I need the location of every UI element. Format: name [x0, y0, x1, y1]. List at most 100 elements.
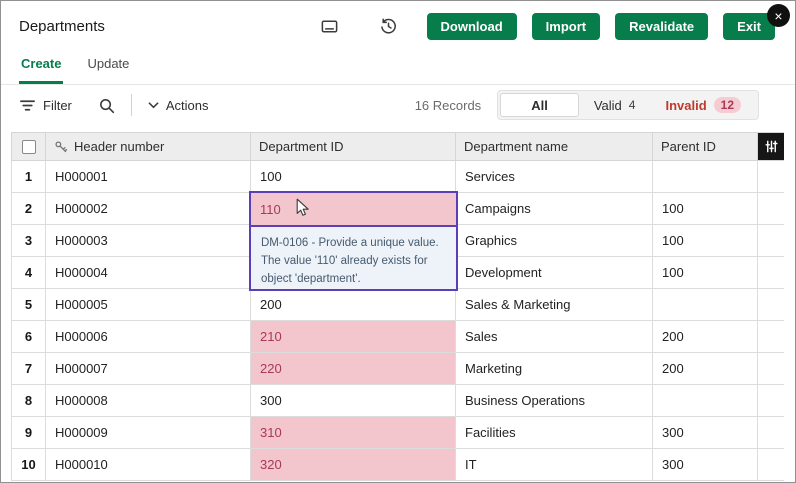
search-icon[interactable]	[98, 97, 115, 114]
mouse-cursor	[296, 198, 310, 218]
revalidate-button[interactable]: Revalidate	[615, 13, 708, 40]
app-window-icon[interactable]	[320, 17, 339, 36]
parent-id-cell[interactable]: 300	[653, 449, 758, 481]
table-row: 8 H000008 300 Business Operations	[11, 385, 784, 417]
column-header-label: Department name	[464, 139, 568, 154]
close-icon: ×	[774, 9, 782, 23]
page-title: Departments	[19, 18, 105, 35]
segment-valid-label: Valid	[594, 98, 622, 113]
invalid-count-badge: 12	[714, 97, 741, 113]
cell-error-popover: 110 DM-0106 - Provide a unique value. Th…	[249, 191, 458, 291]
parent-id-cell[interactable]: 100	[653, 193, 758, 225]
spacer-cell	[758, 225, 784, 257]
column-header-label: Department ID	[259, 139, 344, 154]
column-header-header-number[interactable]: Header number	[46, 132, 251, 161]
download-button[interactable]: Download	[427, 13, 517, 40]
header-number-cell[interactable]: H000004	[46, 257, 251, 289]
column-header-department-id[interactable]: Department ID	[251, 132, 456, 161]
tab-update[interactable]: Update	[85, 51, 131, 84]
row-number-cell[interactable]: 6	[11, 321, 46, 353]
spacer-cell	[758, 449, 784, 481]
row-number-cell[interactable]: 3	[11, 225, 46, 257]
row-number-cell[interactable]: 7	[11, 353, 46, 385]
titlebar: Departments Download Import Revalidate E…	[1, 1, 795, 51]
segment-invalid[interactable]: Invalid 12	[650, 93, 756, 117]
parent-id-cell[interactable]: 200	[653, 321, 758, 353]
parent-id-cell[interactable]: 100	[653, 257, 758, 289]
parent-id-cell[interactable]: 100	[653, 225, 758, 257]
table-row: 5 H000005 200 Sales & Marketing	[11, 289, 784, 321]
parent-id-cell[interactable]	[653, 385, 758, 417]
header-number-cell[interactable]: H000003	[46, 225, 251, 257]
department-id-cell[interactable]: 320	[251, 449, 456, 481]
import-button[interactable]: Import	[532, 13, 600, 40]
department-id-cell[interactable]: 100	[251, 161, 456, 193]
selected-invalid-cell[interactable]: 110	[251, 193, 456, 225]
spacer-cell	[758, 161, 784, 193]
tab-create[interactable]: Create	[19, 51, 63, 84]
department-id-cell[interactable]: 210	[251, 321, 456, 353]
close-button[interactable]: ×	[767, 4, 790, 27]
row-number-cell[interactable]: 1	[11, 161, 46, 193]
segment-all[interactable]: All	[500, 93, 579, 117]
grid-header-row: Header number Department ID Department n…	[11, 132, 784, 161]
spacer-cell	[758, 193, 784, 225]
header-number-cell[interactable]: H000002	[46, 193, 251, 225]
column-settings-button[interactable]	[758, 132, 784, 161]
parent-id-cell[interactable]	[653, 161, 758, 193]
header-number-cell[interactable]: H000008	[46, 385, 251, 417]
parent-id-cell[interactable]: 300	[653, 417, 758, 449]
header-number-cell[interactable]: H000006	[46, 321, 251, 353]
department-name-cell[interactable]: IT	[456, 449, 653, 481]
department-id-cell[interactable]: 300	[251, 385, 456, 417]
select-all-cell	[11, 132, 46, 161]
row-number-cell[interactable]: 2	[11, 193, 46, 225]
titlebar-icons	[320, 17, 398, 36]
row-number-cell[interactable]: 5	[11, 289, 46, 321]
segment-valid[interactable]: Valid 4	[579, 93, 651, 117]
department-name-cell[interactable]: Services	[456, 161, 653, 193]
header-number-cell[interactable]: H000005	[46, 289, 251, 321]
department-name-cell[interactable]: Facilities	[456, 417, 653, 449]
header-number-cell[interactable]: H000010	[46, 449, 251, 481]
filter-icon[interactable]	[19, 97, 36, 114]
column-header-parent-id[interactable]: Parent ID	[653, 132, 758, 161]
row-number-cell[interactable]: 10	[11, 449, 46, 481]
department-id-cell[interactable]: 310	[251, 417, 456, 449]
parent-id-cell[interactable]: 200	[653, 353, 758, 385]
table-row: 10 H000010 320 IT 300	[11, 449, 784, 481]
department-id-cell[interactable]: 220	[251, 353, 456, 385]
actions-menu[interactable]: Actions	[148, 98, 209, 113]
department-name-cell[interactable]: Sales	[456, 321, 653, 353]
department-name-cell[interactable]: Sales & Marketing	[456, 289, 653, 321]
error-tooltip: DM-0106 - Provide a unique value. The va…	[251, 225, 456, 289]
row-number-cell[interactable]: 4	[11, 257, 46, 289]
column-settings-icon	[764, 139, 779, 154]
history-icon[interactable]	[379, 17, 398, 36]
header-number-cell[interactable]: H000007	[46, 353, 251, 385]
column-header-department-name[interactable]: Department name	[456, 132, 653, 161]
header-number-cell[interactable]: H000009	[46, 417, 251, 449]
column-header-label: Parent ID	[661, 139, 716, 154]
select-all-checkbox[interactable]	[22, 140, 36, 154]
valid-count-badge: 4	[629, 98, 636, 112]
spacer-cell	[758, 321, 784, 353]
key-icon	[54, 140, 68, 154]
spacer-cell	[758, 289, 784, 321]
parent-id-cell[interactable]	[653, 289, 758, 321]
header-number-cell[interactable]: H000001	[46, 161, 251, 193]
spacer-cell	[758, 385, 784, 417]
column-header-label: Header number	[74, 139, 164, 154]
row-number-cell[interactable]: 8	[11, 385, 46, 417]
filter-label[interactable]: Filter	[43, 98, 72, 113]
department-name-cell[interactable]: Graphics	[456, 225, 653, 257]
department-id-cell[interactable]: 200	[251, 289, 456, 321]
department-name-cell[interactable]: Business Operations	[456, 385, 653, 417]
tab-bar: Create Update	[1, 51, 795, 85]
department-name-cell[interactable]: Development	[456, 257, 653, 289]
departments-window: Departments Download Import Revalidate E…	[0, 0, 796, 483]
department-name-cell[interactable]: Marketing	[456, 353, 653, 385]
row-number-cell[interactable]: 9	[11, 417, 46, 449]
department-name-cell[interactable]: Campaigns	[456, 193, 653, 225]
validity-filter: All Valid 4 Invalid 12	[497, 90, 759, 120]
